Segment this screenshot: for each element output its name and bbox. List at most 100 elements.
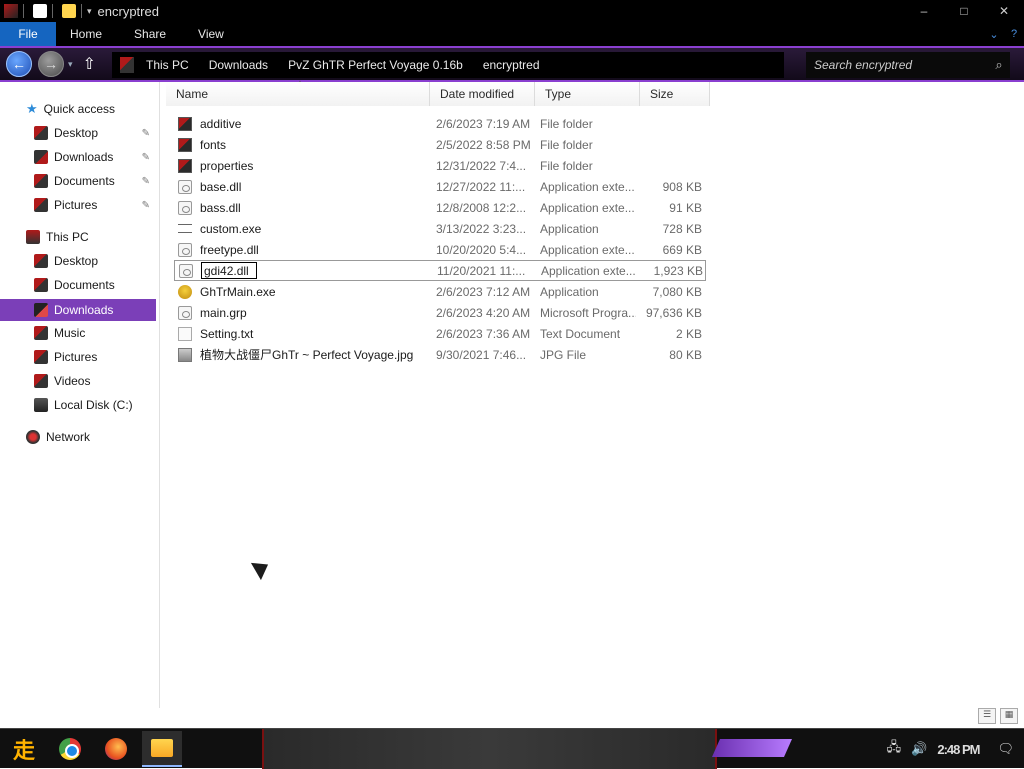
- file-name-cell: gdi42.dll: [201, 262, 441, 279]
- list-item[interactable]: freetype.dll 10/20/2020 5:4... Applicati…: [174, 239, 706, 260]
- maximize-button[interactable]: □: [944, 0, 984, 22]
- sidebar-item-videos[interactable]: Videos: [0, 370, 156, 392]
- file-type: Application: [540, 284, 599, 299]
- sidebar-item-downloads[interactable]: Downloads: [0, 299, 156, 321]
- file-size: 91 KB: [669, 200, 702, 215]
- search-box[interactable]: Search encryptred ⌕: [806, 52, 1010, 78]
- forward-button[interactable]: →: [38, 51, 64, 77]
- tab-file[interactable]: File: [0, 22, 56, 46]
- taskbar: 走 🖧 🔊 2:48 PM 🗨: [0, 728, 1024, 769]
- file-size: 2 KB: [675, 326, 702, 341]
- sidebar-item-label: Downloads: [54, 150, 114, 164]
- sidebar-item-pictures[interactable]: Pictures: [0, 346, 156, 368]
- customize-qat-icon[interactable]: ▾: [87, 6, 92, 17]
- sidebar-item-desktop[interactable]: Desktop: [0, 250, 156, 272]
- breadcrumb-encryptred[interactable]: encryptred: [483, 58, 540, 72]
- file-type: File folder: [540, 158, 593, 173]
- breadcrumb-downloads[interactable]: Downloads: [209, 58, 268, 72]
- list-item-renaming[interactable]: gdi42.dll 11/20/2021 11:... Application …: [174, 260, 706, 281]
- recent-locations-icon[interactable]: ▾: [68, 59, 73, 70]
- sidebar-item-quick-access[interactable]: ★ Quick access: [0, 98, 156, 120]
- sidebar-item-label: Documents: [54, 174, 115, 188]
- sidebar-item-documents[interactable]: Documents: [0, 274, 156, 296]
- taskbar-accent: [712, 739, 792, 757]
- videos-icon: [34, 374, 48, 388]
- pin-icon: ✎: [141, 199, 150, 211]
- back-button[interactable]: ←: [6, 51, 32, 77]
- breadcrumb-this-pc[interactable]: This PC: [146, 58, 189, 72]
- close-button[interactable]: ✕: [984, 0, 1024, 22]
- list-item[interactable]: Setting.txt 2/6/2023 7:36 AM Text Docume…: [174, 323, 706, 344]
- search-icon[interactable]: ⌕: [988, 57, 1010, 73]
- file-icon: [178, 305, 192, 320]
- firefox-taskbar-button[interactable]: [96, 731, 136, 767]
- expand-ribbon-icon[interactable]: ⌄: [984, 28, 1004, 41]
- file-size: 669 KB: [662, 242, 702, 257]
- file-size: 728 KB: [662, 221, 702, 236]
- file-size: 80 KB: [669, 347, 702, 362]
- list-item[interactable]: base.dll 12/27/2022 11:... Application e…: [174, 176, 706, 197]
- firefox-icon: [105, 737, 127, 760]
- sidebar-item-downloads-pinned[interactable]: Downloads ✎: [0, 146, 156, 168]
- chrome-taskbar-button[interactable]: [50, 731, 90, 767]
- column-size[interactable]: Size: [640, 82, 710, 106]
- clock[interactable]: 2:48 PM: [937, 742, 980, 757]
- tab-view[interactable]: View: [182, 22, 240, 46]
- list-item[interactable]: custom.exe 3/13/2022 3:23... Application…: [174, 218, 706, 239]
- pictures-icon: [34, 198, 48, 212]
- notification-icon[interactable]: 🗨: [997, 741, 1014, 757]
- rename-input[interactable]: gdi42.dll: [201, 262, 257, 279]
- disk-icon: [34, 398, 48, 412]
- list-item[interactable]: properties 12/31/2022 7:4... File folder: [174, 155, 706, 176]
- column-type[interactable]: Type: [535, 82, 640, 106]
- column-name[interactable]: Name: [166, 82, 430, 106]
- file-size: 1,923 KB: [653, 263, 703, 278]
- tab-share[interactable]: Share: [118, 22, 182, 46]
- up-button[interactable]: ⇧: [83, 54, 96, 74]
- ribbon-tabs: File Home Share View ⌄ ?: [0, 22, 1024, 46]
- pin-icon: ✎: [141, 151, 150, 163]
- sidebar-item-pictures-pinned[interactable]: Pictures ✎: [0, 194, 156, 216]
- breadcrumb-pvz-folder[interactable]: PvZ GhTR Perfect Voyage 0.16b: [288, 58, 463, 72]
- app-icon: [4, 4, 18, 18]
- desktop-icon: [34, 126, 48, 140]
- view-switcher: ☰ ▦: [978, 708, 1018, 724]
- minimize-button[interactable]: –: [904, 0, 944, 22]
- window-title: encryptred: [97, 3, 159, 19]
- network-icon[interactable]: 🖧: [887, 738, 902, 760]
- sidebar-item-documents-pinned[interactable]: Documents ✎: [0, 170, 156, 192]
- list-item[interactable]: bass.dll 12/8/2008 12:2... Application e…: [174, 197, 706, 218]
- sidebar-item-local-disk[interactable]: Local Disk (C:): [0, 394, 156, 416]
- list-item[interactable]: GhTrMain.exe 2/6/2023 7:12 AM Applicatio…: [174, 281, 706, 302]
- details-view-button[interactable]: ☰: [978, 708, 996, 724]
- file-explorer-taskbar-button[interactable]: [142, 730, 182, 767]
- start-button[interactable]: 走: [4, 731, 44, 767]
- properties-icon[interactable]: [33, 4, 47, 18]
- mouse-cursor: [250, 555, 274, 581]
- list-item[interactable]: fonts 2/5/2022 8:58 PM File folder: [174, 134, 706, 155]
- star-icon: ★: [26, 101, 38, 116]
- documents-icon: [34, 278, 48, 292]
- taskbar-skin-panel: [262, 729, 717, 769]
- address-bar[interactable]: This PC Downloads PvZ GhTR Perfect Voyag…: [112, 52, 784, 78]
- volume-icon[interactable]: 🔊: [911, 741, 927, 757]
- divider: [23, 4, 24, 18]
- sidebar-item-network[interactable]: Network: [0, 426, 156, 448]
- tab-home[interactable]: Home: [56, 22, 118, 46]
- list-item[interactable]: 植物大战僵尸GhTr ~ Perfect Voyage.jpg 9/30/202…: [174, 344, 706, 365]
- tiles-view-button[interactable]: ▦: [1000, 708, 1018, 724]
- list-item[interactable]: main.grp 2/6/2023 4:20 AM Microsoft Prog…: [174, 302, 706, 323]
- sidebar-item-music[interactable]: Music: [0, 322, 156, 344]
- column-date-modified[interactable]: Date modified: [430, 82, 535, 106]
- pin-icon: ✎: [141, 175, 150, 187]
- list-item[interactable]: additive 2/6/2023 7:19 AM File folder: [174, 113, 706, 134]
- file-type: Text Document: [540, 326, 621, 341]
- dll-icon: [178, 200, 192, 215]
- file-name: fonts: [200, 137, 227, 152]
- sidebar-item-desktop-pinned[interactable]: Desktop ✎: [0, 122, 156, 144]
- file-date: 10/20/2020 5:4...: [436, 242, 527, 257]
- search-input[interactable]: Search encryptred: [814, 58, 988, 72]
- new-folder-icon[interactable]: [62, 4, 76, 18]
- sidebar-item-this-pc[interactable]: This PC: [0, 226, 156, 248]
- help-icon[interactable]: ?: [1004, 28, 1024, 40]
